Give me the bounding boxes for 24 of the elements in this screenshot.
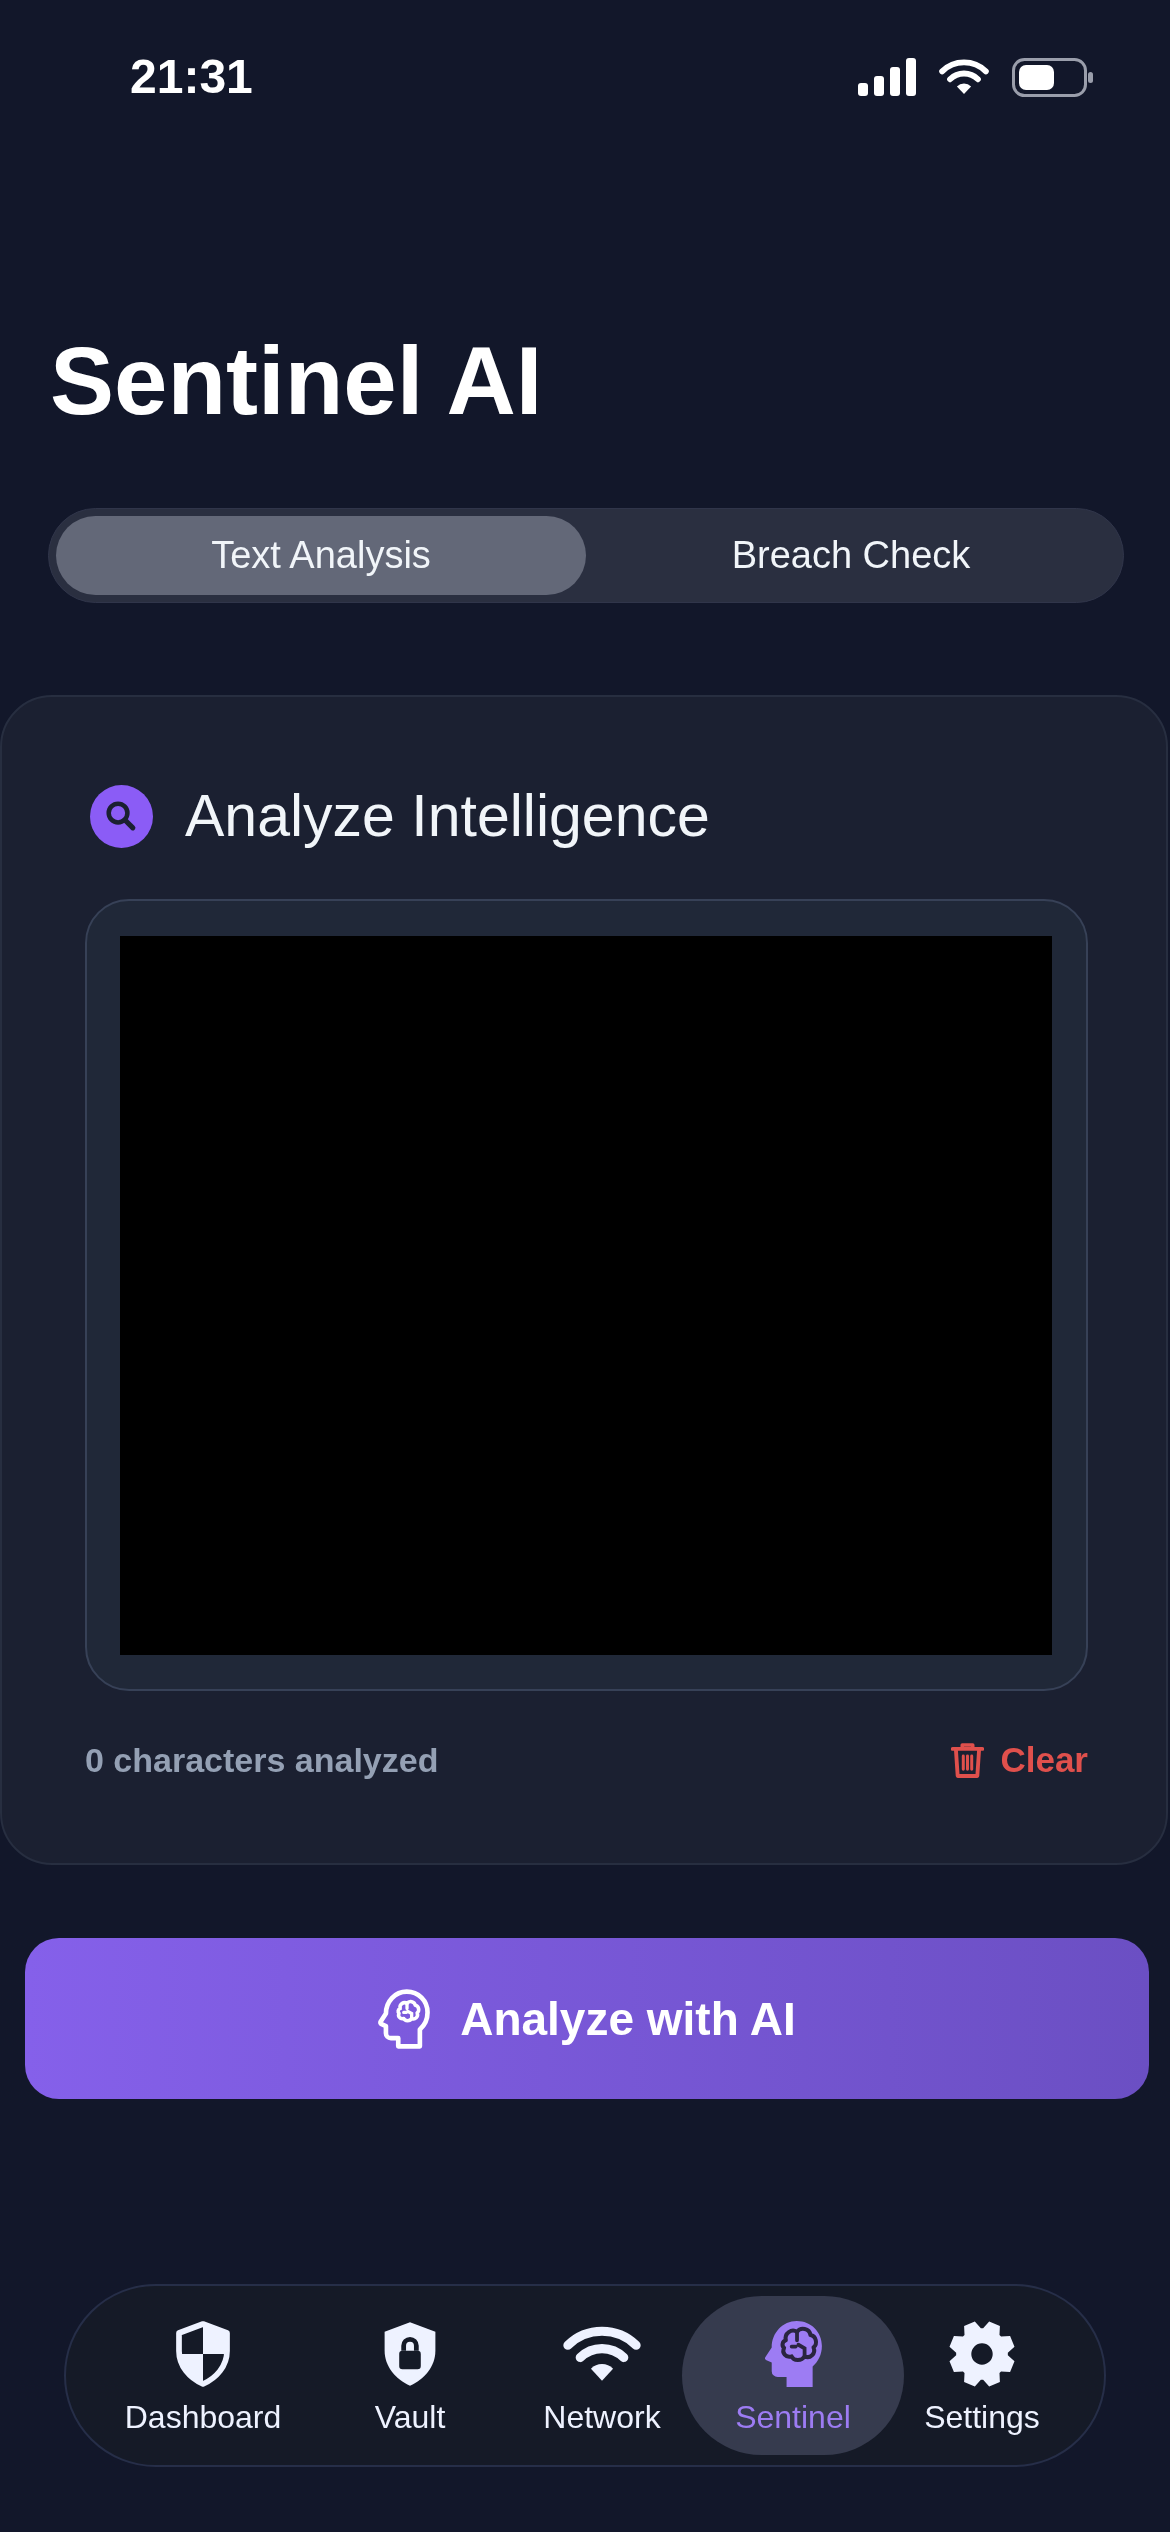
status-time: 21:31 <box>130 53 253 101</box>
tab-bar-item[interactable]: Vault <box>298 2296 522 2455</box>
search-icon <box>90 785 153 848</box>
text-input-field[interactable] <box>85 899 1088 1691</box>
tab-bar-item[interactable]: Settings <box>904 2296 1060 2455</box>
trash-icon <box>951 1741 985 1779</box>
wifi-icon <box>939 59 989 95</box>
clear-button[interactable]: Clear <box>951 1740 1088 1780</box>
wifi-icon <box>563 2326 641 2382</box>
shield-lock-icon <box>382 2321 438 2387</box>
battery-icon <box>1012 57 1094 97</box>
settings-icon <box>949 2321 1015 2387</box>
signal-icon <box>858 58 916 96</box>
segment-tab[interactable]: Breach Check <box>586 516 1116 595</box>
page-title: Sentinel AI <box>50 326 543 436</box>
segment-tab[interactable]: Text Analysis <box>56 516 586 595</box>
card-title: Analyze Intelligence <box>185 787 710 846</box>
tab-bar-item[interactable]: Dashboard <box>108 2296 298 2455</box>
tab-bar-item[interactable]: Network <box>522 2296 682 2455</box>
head-brain-icon <box>378 1988 431 2049</box>
head-brain-icon <box>764 2321 822 2387</box>
analyze-button[interactable]: Analyze with AI <box>25 1938 1149 2099</box>
character-count: 0 characters analyzed <box>85 1740 439 1780</box>
shield-icon <box>175 2321 231 2387</box>
